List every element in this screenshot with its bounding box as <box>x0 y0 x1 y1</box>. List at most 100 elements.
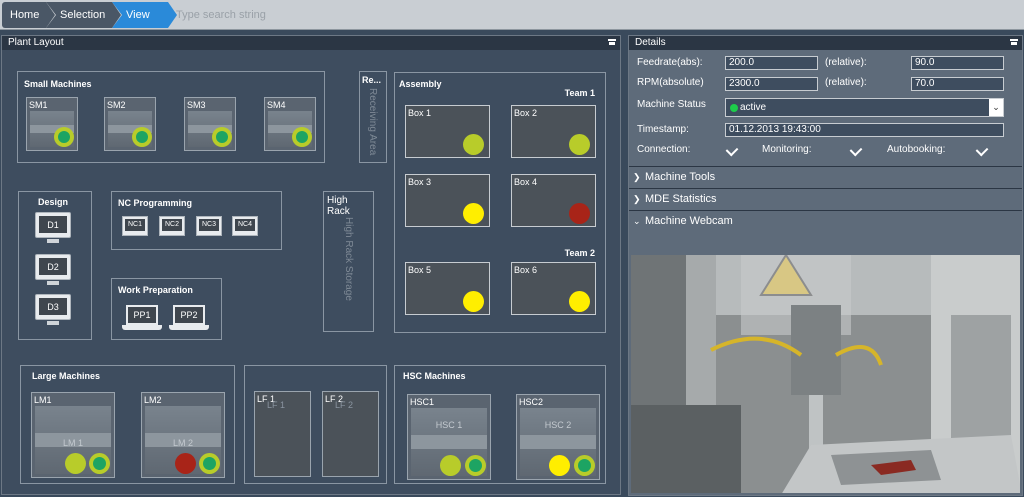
webcam-image <box>631 255 1020 493</box>
machine-sm1[interactable]: SM1 <box>26 97 78 151</box>
receiving-area[interactable]: Re... Receiving Area <box>359 71 387 163</box>
box-4-status-icon <box>569 203 590 224</box>
machine-sm1-status-icon <box>54 127 74 147</box>
machine-hsc1-label: HSC1 <box>410 397 435 407</box>
machine-sm3-status-icon <box>212 127 232 147</box>
machine-sm4[interactable]: SM4 <box>264 97 316 151</box>
assembly-group: Assembly Team 1 Team 2 Box 1 Box 2 Box 3… <box>394 72 606 333</box>
box-1-status-icon <box>463 134 484 155</box>
workstation-pp1-label: PP1 <box>126 305 158 325</box>
feedrate-relative-field[interactable]: 90.0 <box>911 56 1004 70</box>
machine-lm2-inner-label: LM 2 <box>172 438 193 448</box>
workstation-nc4[interactable]: NC4 <box>232 216 258 236</box>
box-3[interactable]: Box 3 <box>405 174 490 227</box>
machine-lm2-online-icon <box>199 453 220 474</box>
box-6[interactable]: Box 6 <box>511 262 596 315</box>
box-5[interactable]: Box 5 <box>405 262 490 315</box>
machine-lf1[interactable]: LF 1 LF 1 <box>254 391 311 477</box>
feedrate-relative-label: (relative): <box>825 57 867 68</box>
section-machine-tools[interactable]: ❯ Machine Tools <box>629 166 1022 188</box>
section-machine-tools-label: Machine Tools <box>645 171 716 183</box>
box-2[interactable]: Box 2 <box>511 105 596 158</box>
workstation-nc1[interactable]: NC1 <box>122 216 148 236</box>
design-group: Design D1 D2 D3 <box>18 191 92 340</box>
plant-layout-title: Plant Layout <box>8 37 64 48</box>
workstation-nc4-label: NC4 <box>235 219 255 231</box>
work-preparation-group: Work Preparation PP1 PP2 <box>111 278 222 340</box>
machine-lf2[interactable]: LF 2 LF 2 <box>322 391 379 477</box>
monitoring-label: Monitoring: <box>762 144 812 155</box>
timestamp-field[interactable]: 01.12.2013 19:43:00 <box>725 123 1004 137</box>
large-machines-title: Large Machines <box>32 371 101 381</box>
machine-status-select[interactable]: active ⌄ <box>725 98 1004 117</box>
small-machines-group: Small Machines SM1 SM2 SM3 SM4 <box>17 71 325 163</box>
machine-hsc2-label: HSC2 <box>519 397 544 407</box>
workstation-nc3[interactable]: NC3 <box>196 216 222 236</box>
breadcrumb-bar: Home Selection View <box>0 0 1024 30</box>
machine-lf2-inner-label: LF 2 <box>335 400 354 410</box>
machine-lm2[interactable]: LM 2 LM2 <box>141 392 225 478</box>
high-rack-label: High Rack <box>327 195 350 217</box>
machine-hsc2-inner-label: HSC 2 <box>544 420 572 430</box>
rpm-label: RPM(absolute) <box>637 77 704 88</box>
chevron-down-icon[interactable]: ⌄ <box>989 99 1003 116</box>
machine-lm1-inner-label: LM 1 <box>62 438 83 448</box>
feedrate-abs-field[interactable]: 200.0 <box>725 56 818 70</box>
high-rack-vertical-label: High Rack Storage <box>343 217 354 301</box>
maximize-icon[interactable] <box>1010 39 1018 46</box>
feedrate-label: Feedrate(abs): <box>637 57 703 68</box>
box-1[interactable]: Box 1 <box>405 105 490 158</box>
box-4[interactable]: Box 4 <box>511 174 596 227</box>
workstation-nc2[interactable]: NC2 <box>159 216 185 236</box>
details-header: Details <box>629 36 1022 50</box>
machine-hsc1-inner-label: HSC 1 <box>435 420 463 430</box>
machine-hsc2[interactable]: HSC 2 HSC2 <box>516 394 600 480</box>
machine-sm2[interactable]: SM2 <box>104 97 156 151</box>
machine-status-label: Machine Status <box>637 99 706 110</box>
chevron-down-icon: ⌄ <box>633 216 641 226</box>
section-mde-statistics[interactable]: ❯ MDE Statistics <box>629 188 1022 210</box>
autobooking-check-icon <box>975 143 989 157</box>
lf-group: LF 1 LF 1 LF 2 LF 2 <box>244 365 387 484</box>
rpm-abs-field[interactable]: 2300.0 <box>725 77 818 91</box>
machine-lm1[interactable]: LM 1 LM1 <box>31 392 115 478</box>
machine-lm2-status-icon <box>175 453 196 474</box>
high-rack[interactable]: High Rack High Rack Storage <box>323 191 374 332</box>
workstation-d1-label: D1 <box>39 216 67 233</box>
machine-hsc2-status-icon <box>549 455 570 476</box>
machine-lm2-label: LM2 <box>144 395 162 405</box>
box-2-status-icon <box>569 134 590 155</box>
connection-check-icon <box>725 143 739 157</box>
machine-sm3-label: SM3 <box>187 100 206 110</box>
team1-label: Team 1 <box>564 88 595 98</box>
status-active-icon <box>730 104 738 112</box>
breadcrumb-home[interactable]: Home <box>2 2 56 28</box>
design-title: Design <box>38 197 69 207</box>
machine-hsc1[interactable]: HSC 1 HSC1 <box>407 394 491 480</box>
box-3-status-icon <box>463 203 484 224</box>
box-1-label: Box 1 <box>408 108 432 118</box>
machine-status-value: active <box>740 102 767 113</box>
connection-label: Connection: <box>637 144 691 155</box>
workstation-pp1[interactable]: PP1 <box>122 305 162 331</box>
hsc-machines-group: HSC Machines HSC 1 HSC1 HSC 2 HSC2 <box>394 365 606 484</box>
machine-sm2-label: SM2 <box>107 100 126 110</box>
rpm-relative-field[interactable]: 70.0 <box>911 77 1004 91</box>
search-input[interactable] <box>176 8 376 22</box>
machine-lm1-label: LM1 <box>34 395 52 405</box>
maximize-icon[interactable] <box>608 39 616 46</box>
workstation-pp2-label: PP2 <box>173 305 205 325</box>
plant-layout-panel: Plant Layout Small Machines SM1 SM2 SM3 … <box>1 35 621 495</box>
machine-sm3[interactable]: SM3 <box>184 97 236 151</box>
autobooking-label: Autobooking: <box>887 144 946 155</box>
box-4-label: Box 4 <box>514 177 538 187</box>
box-3-label: Box 3 <box>408 177 432 187</box>
workstation-pp2[interactable]: PP2 <box>169 305 209 331</box>
receiving-area-label: Re... <box>362 75 382 85</box>
chevron-right-icon: ❯ <box>633 172 641 182</box>
machine-sm2-status-icon <box>132 127 152 147</box>
section-machine-webcam[interactable]: ⌄ Machine Webcam <box>629 210 1022 232</box>
chevron-right-icon: ❯ <box>633 194 641 204</box>
box-2-label: Box 2 <box>514 108 538 118</box>
timestamp-label: Timestamp: <box>637 124 689 135</box>
